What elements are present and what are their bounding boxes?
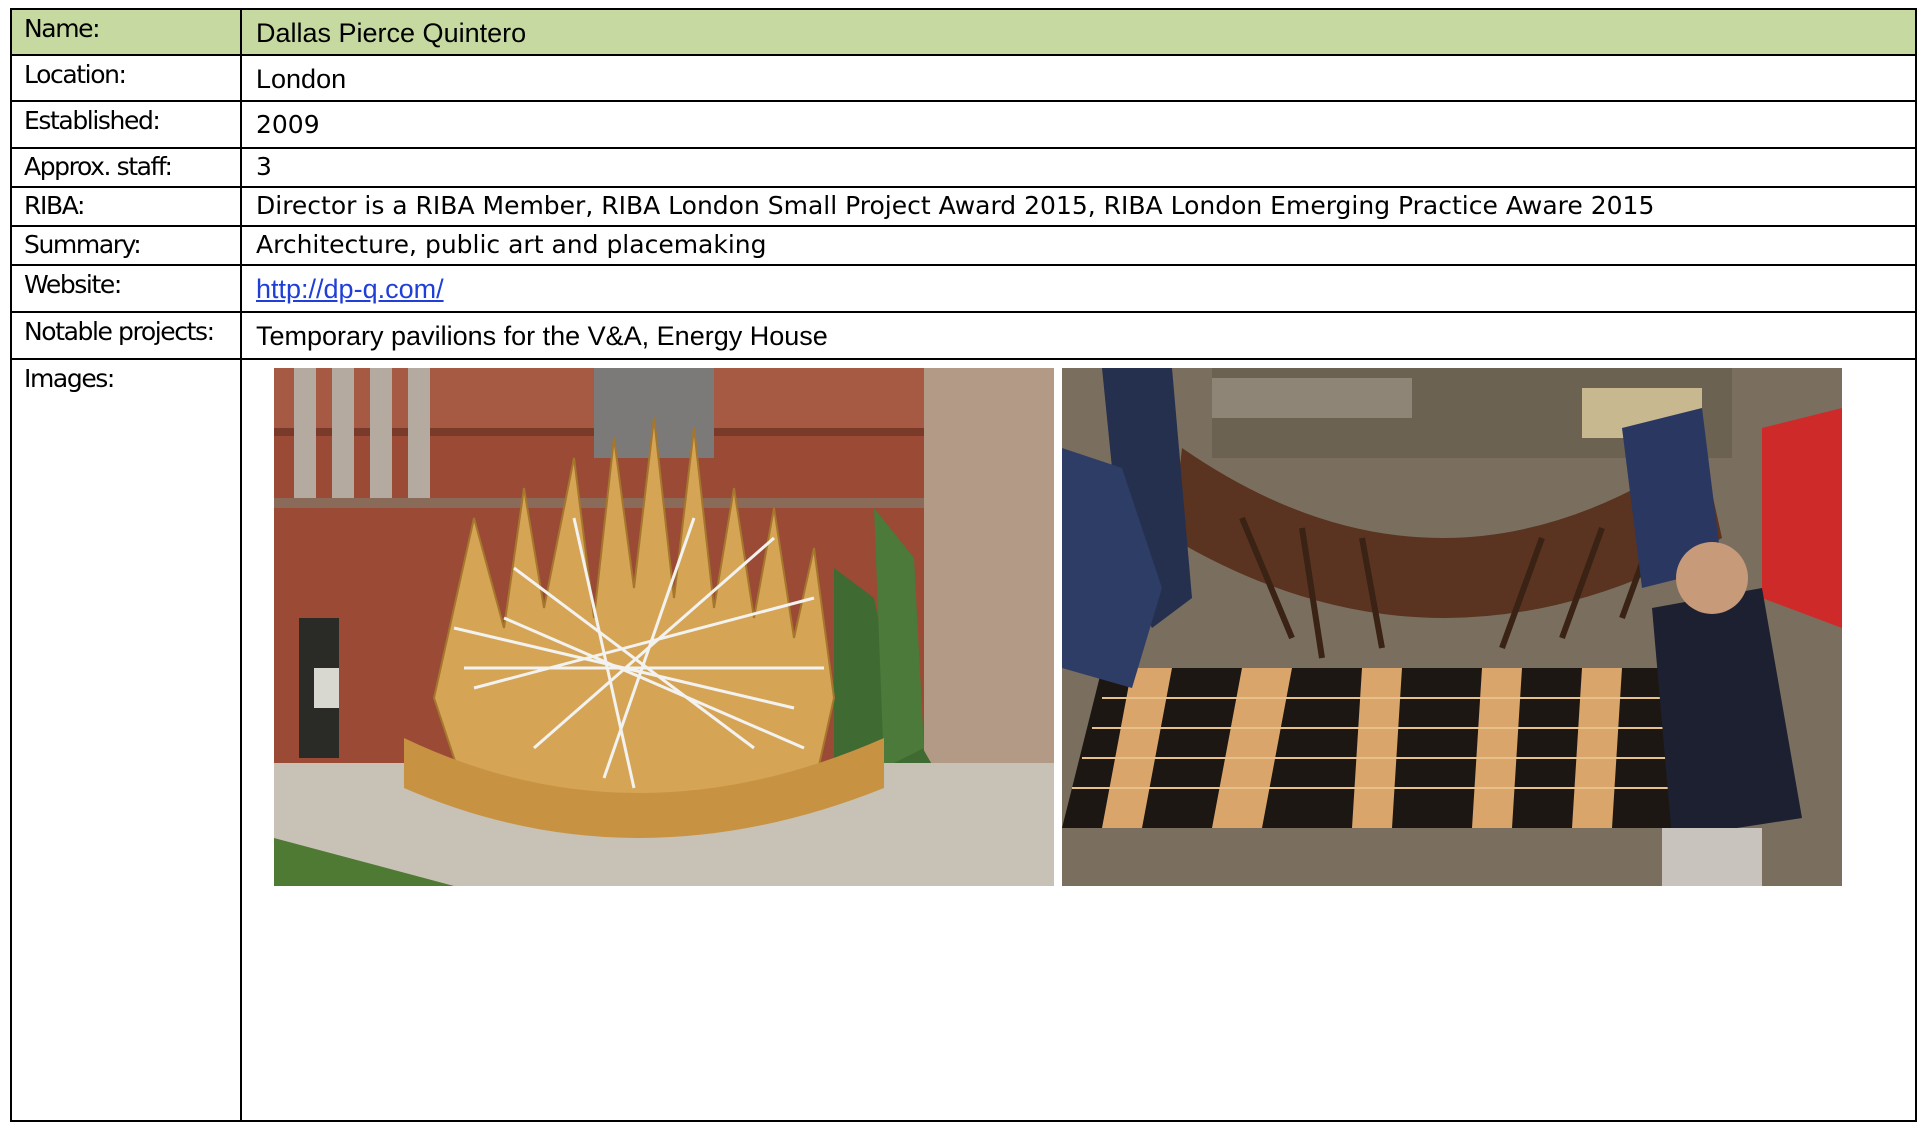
practice-profile-sheet: Name: Dallas Pierce Quintero Location: L… [10, 8, 1917, 1122]
row-name: Name: Dallas Pierce Quintero [10, 8, 1917, 56]
row-riba: RIBA: Director is a RIBA Member, RIBA Lo… [10, 186, 1917, 227]
staff-label: Approx. staff: [24, 152, 173, 181]
row-notable-projects: Notable projects: Temporary pavilions fo… [10, 311, 1917, 360]
row-images: Images: [10, 358, 1917, 1122]
summary-value: Architecture, public art and placemaking [256, 230, 767, 259]
riba-value: Director is a RIBA Member, RIBA London S… [256, 191, 1655, 220]
images-cell [240, 358, 1917, 1122]
website-link[interactable]: http://dp-q.com/ [256, 274, 444, 304]
row-established: Established: 2009 [10, 100, 1917, 149]
established-value: 2009 [256, 110, 320, 139]
established-label: Established: [24, 106, 161, 135]
row-location: Location: London [10, 54, 1917, 102]
riba-label: RIBA: [24, 191, 85, 220]
notable-projects-value: Temporary pavilions for the V&A, Energy … [256, 321, 828, 351]
summary-label: Summary: [24, 230, 142, 259]
images-label: Images: [24, 364, 115, 393]
location-value: London [256, 64, 347, 94]
staff-value: 3 [256, 152, 272, 181]
notable-projects-label: Notable projects: [24, 317, 215, 346]
row-staff: Approx. staff: 3 [10, 147, 1917, 188]
location-label: Location: [24, 60, 127, 89]
name-label: Name: [24, 14, 101, 43]
image-strip [256, 360, 1915, 886]
workshop-photo [1062, 368, 1842, 886]
practice-profile-table: Name: Dallas Pierce Quintero Location: L… [10, 8, 1917, 1122]
website-label: Website: [24, 270, 122, 299]
row-website: Website: http://dp-q.com/ [10, 264, 1917, 313]
name-value: Dallas Pierce Quintero [256, 18, 527, 48]
pavilion-photo [274, 368, 1054, 886]
row-summary: Summary: Architecture, public art and pl… [10, 225, 1917, 266]
